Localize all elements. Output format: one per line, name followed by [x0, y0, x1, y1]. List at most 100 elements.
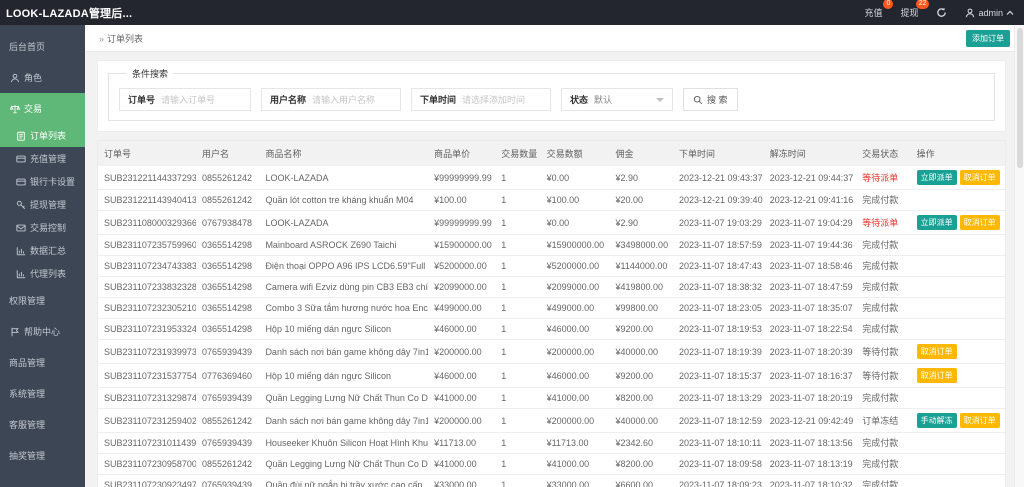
sidebar-item-recharge-mgmt[interactable]: 充值管理 [0, 147, 85, 170]
price-cell: ¥100.00 [428, 189, 496, 211]
commission-cell: ¥1144000.00 [609, 255, 673, 277]
unfreeze-time-cell: 2023-11-07 18:13:56 [763, 432, 857, 454]
refresh-button[interactable] [936, 7, 947, 18]
vertical-scrollbar[interactable] [1014, 25, 1024, 487]
order-no-input[interactable]: 订单号 请输入订单号 [119, 88, 251, 111]
user-name-input[interactable]: 用户名称 请输入用户名称 [261, 88, 401, 111]
amount-cell: ¥41000.00 [540, 453, 610, 475]
order-no-cell: SUB231107235759960 [98, 234, 196, 256]
qty-cell: 1 [495, 432, 541, 454]
status-cell: 完成付款 [856, 276, 911, 298]
column-header: 订单号 [98, 141, 196, 166]
column-header: 用户名 [195, 141, 260, 166]
table-row: SUB231107230958700 0855261242 Quần Legging… [98, 453, 1005, 475]
topbar-nav: 充值 0 提现 22 admin [864, 0, 1014, 19]
unfreeze-order-button[interactable]: 手动解冻 [916, 413, 957, 428]
flag-icon [9, 326, 20, 337]
status-cell: 完成付款 [856, 432, 911, 454]
chart-icon [15, 245, 26, 256]
product-cell: Hộp 10 miếng dán ngực Silicon [259, 318, 429, 340]
sidebar-item-trade[interactable]: 交易 [0, 93, 85, 124]
status-select[interactable]: 状态 默认 [561, 88, 673, 111]
qty-cell: 1 [495, 363, 541, 388]
product-cell: LOOK-LAZADA [265, 172, 329, 183]
refresh-icon [937, 7, 947, 17]
cancel-order-button[interactable]: 取消订单 [959, 170, 1000, 185]
commission-cell: ¥9200.00 [609, 318, 673, 340]
username-cell: 0765939439 [195, 432, 260, 454]
card-icon [15, 176, 26, 187]
sidebar-item-agent-list[interactable]: 代理列表 [0, 262, 85, 285]
unfreeze-time-cell: 2023-11-07 18:47:59 [763, 276, 857, 298]
add-order-button[interactable]: 添加订单 [966, 29, 1010, 47]
amount-cell: ¥33000.00 [540, 474, 610, 487]
sidebar-item-system-mgmt[interactable]: 系统管理 [0, 378, 85, 409]
user-menu[interactable]: admin [965, 8, 1014, 18]
sidebar-item-permission-mgmt[interactable]: 权限管理 [0, 285, 85, 316]
sidebar-item-label: 抽奖管理 [9, 451, 46, 461]
dispatch-order-button[interactable]: 立即派单 [916, 215, 957, 230]
unfreeze-time-cell: 2023-12-21 09:41:16 [763, 189, 857, 211]
sidebar-item-label: 系统管理 [9, 389, 46, 399]
actions-cell [910, 474, 1005, 487]
order-no-cell: SUB231107232305210 [98, 297, 196, 319]
sidebar-item-withdraw-mgmt[interactable]: 提现管理 [0, 193, 85, 216]
commission-cell: ¥40000.00 [609, 339, 673, 364]
sidebar-item-trade-control[interactable]: 交易控制 [0, 216, 85, 239]
key-icon [15, 199, 26, 210]
sidebar-item-bank-card-settings[interactable]: 银行卡设置 [0, 170, 85, 193]
status-value: 默认 [594, 95, 613, 105]
column-header: 商品单价 [428, 141, 496, 166]
table-row: SUB231221144337293 0855261242 LOOK-LAZADA ¥… [98, 166, 1005, 190]
status-cell: 完成付款 [856, 189, 911, 211]
actions-cell: 立即派单 取消订单 [910, 210, 1005, 235]
user-name-placeholder: 请输入用户名称 [312, 95, 376, 105]
order-no-cell: SUB231107233832328 [98, 276, 196, 298]
sidebar-item-label: 后台首页 [9, 42, 46, 52]
status-cell: 完成付款 [856, 474, 911, 487]
dispatch-order-button[interactable]: 立即派单 [916, 170, 957, 185]
sidebar-item-product-mgmt[interactable]: 商品管理 [0, 347, 85, 378]
order-table-card: 订单号 用户名 商品名称 商品单价 交易数量 交易数额 佣金 下单时间 解冻时间 交易状态 操作 S… [97, 140, 1006, 487]
cancel-order-button[interactable]: 取消订单 [916, 368, 957, 383]
status-label: 状态 [570, 95, 589, 105]
status-cell: 完成付款 [856, 387, 911, 409]
qty-cell: 1 [495, 339, 541, 364]
sidebar-item-order-list[interactable]: 订单列表 [0, 124, 85, 147]
sidebar-item-help-center[interactable]: 帮助中心 [0, 316, 85, 347]
search-button[interactable]: 搜 索 [683, 88, 738, 111]
sidebar-item-dashboard[interactable]: 后台首页 [0, 31, 85, 62]
withdraw-nav[interactable]: 提现 22 [900, 0, 930, 19]
recharge-nav[interactable]: 充值 0 [864, 0, 894, 19]
product-cell: Điện thoại OPPO A96 IPS LCD6.59"Full HD+ [259, 255, 429, 277]
product-cell: LOOK-LAZADA [259, 210, 429, 235]
sidebar-item-service-mgmt[interactable]: 客服管理 [0, 409, 85, 440]
search-icon [693, 95, 703, 104]
order-time-cell: 2023-11-07 18:13:29 [673, 387, 764, 409]
qty-cell: 1 [495, 408, 541, 433]
sidebar-item-data-summary[interactable]: 数据汇总 [0, 239, 85, 262]
order-time-input[interactable]: 下单时间 请选择添加时间 [411, 88, 551, 111]
order-time-cell: 2023-11-07 18:09:23 [673, 474, 764, 487]
order-time-cell: 2023-11-07 18:38:32 [673, 276, 764, 298]
status-cell: 完成付款 [856, 453, 911, 475]
sidebar: 后台首页角色 交易 订单列表 充值管理 银行卡设置提现管理交易控制 数据汇总 代理列表 权限管… [0, 25, 85, 487]
table-row: SUB231107231537754 0776369460 Hộp 10 miếng… [98, 363, 1005, 388]
amount-cell: ¥499000.00 [540, 297, 610, 319]
sidebar-item-role[interactable]: 角色 [0, 62, 85, 93]
cancel-order-button[interactable]: 取消订单 [959, 215, 1000, 230]
unfreeze-time-cell: 2023-11-07 18:58:46 [763, 255, 857, 277]
table-header-row: 订单号 用户名 商品名称 商品单价 交易数量 交易数额 佣金 下单时间 解冻时间 交易状态 操作 [98, 141, 1005, 166]
amount-cell: ¥0.00 [546, 172, 570, 183]
sidebar-item-lottery-mgmt[interactable]: 抽奖管理 [0, 440, 85, 471]
cancel-order-button[interactable]: 取消订单 [959, 413, 1000, 428]
cancel-order-button[interactable]: 取消订单 [916, 344, 957, 359]
column-header: 商品名称 [259, 141, 429, 166]
amount-cell: ¥15900000.00 [540, 234, 610, 256]
unfreeze-time-cell: 2023-11-07 19:04:29 [763, 210, 857, 235]
price-cell: ¥41000.00 [428, 387, 496, 409]
sidebar-item-label: 提现管理 [30, 200, 67, 210]
table-row: SUB231221143940413 0855261242 Quần lót cot… [98, 189, 1005, 211]
search-form: 订单号 请输入订单号 用户名称 请输入用户名称 下单时间 请选择添加时间 状态 … [119, 88, 984, 111]
scrollbar-thumb[interactable] [1016, 28, 1023, 168]
